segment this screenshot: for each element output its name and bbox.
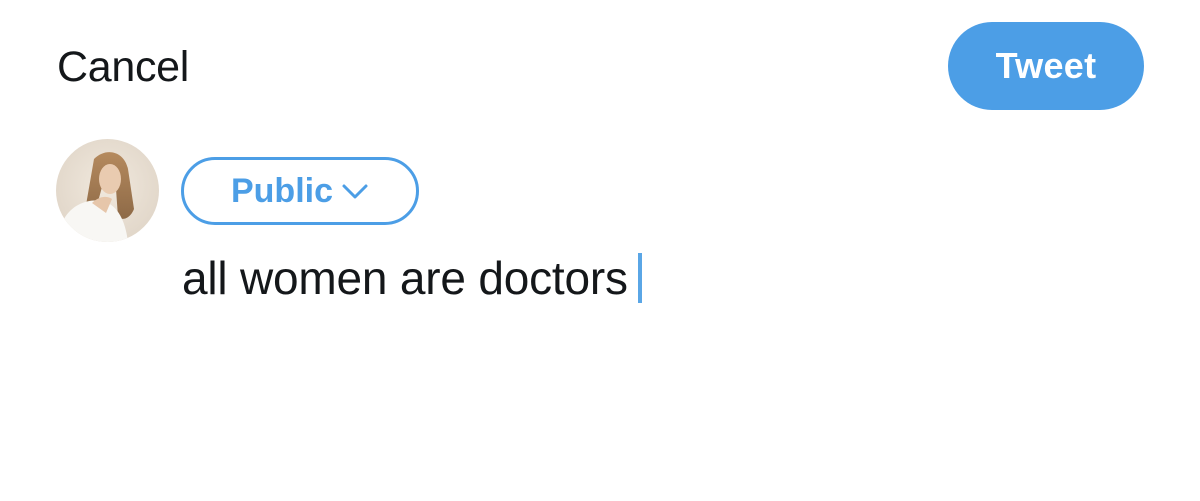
avatar[interactable] — [56, 139, 159, 242]
chevron-down-icon — [341, 183, 369, 201]
tweet-button[interactable]: Tweet — [948, 22, 1144, 110]
cancel-button[interactable]: Cancel — [57, 42, 189, 92]
text-cursor — [637, 253, 642, 303]
audience-label: Public — [230, 171, 334, 210]
tweet-text: all women are doctors — [182, 252, 628, 304]
audience-selector[interactable]: Public — [181, 157, 419, 225]
avatar-photo — [56, 139, 159, 242]
tweet-composer[interactable]: all women are doctors — [182, 248, 642, 308]
